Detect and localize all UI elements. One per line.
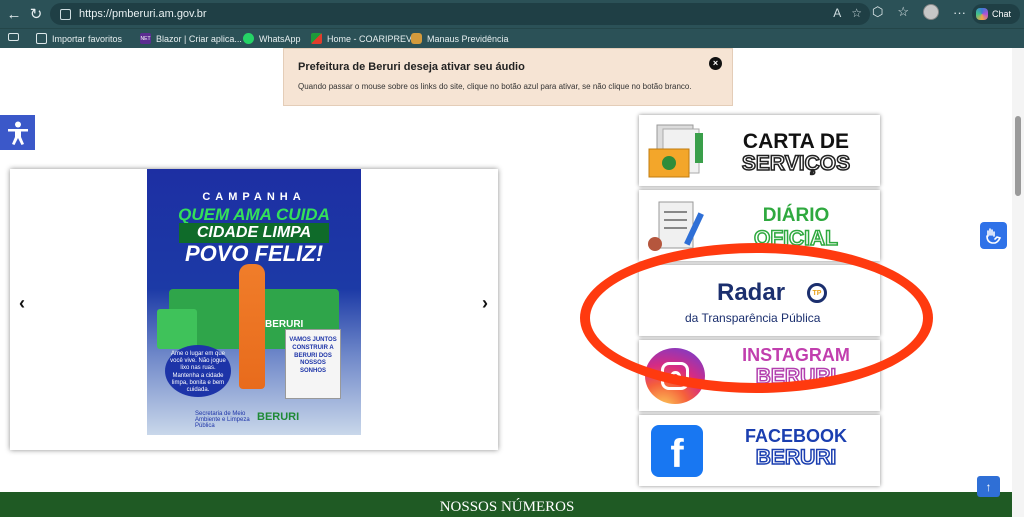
news-carousel: ‹ › CAMPANHA QUEM AMA CUIDA CIDADE LIMPA… bbox=[10, 169, 498, 450]
copilot-chat-button[interactable]: Chat bbox=[972, 4, 1020, 24]
carousel-next-button[interactable]: › bbox=[482, 293, 488, 314]
notice-text: Quando passar o mouse sobre os links do … bbox=[298, 82, 692, 91]
back-to-top-button[interactable]: ↑ bbox=[977, 476, 1000, 497]
reload-icon[interactable]: ↻ bbox=[26, 4, 46, 24]
page-content: Prefeitura de Beruri deseja ativar seu á… bbox=[0, 48, 1024, 517]
nossos-numeros-heading: NOSSOS NÚMEROS bbox=[0, 492, 1014, 517]
tile-title-2: BERURI bbox=[755, 446, 837, 469]
accessibility-button[interactable] bbox=[0, 115, 35, 150]
scrollbar-thumb[interactable] bbox=[1015, 116, 1021, 196]
banner-campanha: CAMPANHA bbox=[202, 191, 306, 203]
tile-carta-de-servicos[interactable]: CARTA DE SERVIÇOS bbox=[639, 115, 880, 186]
banner-line-1: QUEM AMA CUIDA bbox=[178, 205, 330, 224]
banner-message-left: Ame o lugar em que você vive. Não jogue … bbox=[165, 345, 231, 397]
close-icon[interactable]: × bbox=[709, 57, 722, 70]
tile-title-2: SERVIÇOS bbox=[741, 152, 851, 175]
favorite-star-icon[interactable]: ☆ bbox=[851, 6, 862, 20]
extensions-icon[interactable]: ⬡ bbox=[872, 4, 883, 20]
banner-line-2: CIDADE LIMPA bbox=[179, 223, 329, 243]
address-bar[interactable]: https://pmberuri.am.gov.br A ☆ bbox=[50, 3, 870, 25]
site-info-icon[interactable] bbox=[60, 8, 71, 20]
bookmark-coariprev[interactable]: Home - COARIPREV bbox=[311, 33, 412, 44]
documents-folder-icon bbox=[648, 124, 703, 178]
bookmarks-bar: Importar favoritos NET Blazor | Criar ap… bbox=[0, 28, 1024, 48]
profile-avatar[interactable] bbox=[923, 4, 940, 20]
facebook-icon: f bbox=[651, 425, 703, 477]
carousel-prev-button[interactable]: ‹ bbox=[19, 293, 25, 314]
bookmark-whatsapp[interactable]: WhatsApp bbox=[243, 33, 301, 44]
accessibility-person-icon bbox=[7, 121, 28, 145]
tile-facebook[interactable]: f FACEBOOK BERURI bbox=[639, 415, 880, 486]
more-menu-icon[interactable]: ··· bbox=[953, 5, 966, 20]
manaus-icon bbox=[411, 33, 422, 44]
bookmark-blazor[interactable]: NET Blazor | Criar aplica... bbox=[140, 33, 242, 44]
chat-label: Chat bbox=[992, 9, 1012, 19]
back-arrow-icon[interactable]: ← bbox=[4, 4, 24, 24]
net-icon: NET bbox=[140, 33, 151, 44]
tile-title-1: FACEBOOK bbox=[744, 426, 847, 446]
read-aloud-icon[interactable]: A bbox=[833, 6, 841, 20]
url-text: https://pmberuri.am.gov.br bbox=[79, 8, 207, 20]
campaign-banner[interactable]: CAMPANHA QUEM AMA CUIDA CIDADE LIMPA POV… bbox=[147, 169, 361, 435]
audio-notice: Prefeitura de Beruri deseja ativar seu á… bbox=[283, 48, 733, 106]
folder-icon bbox=[36, 33, 47, 44]
banner-message-right: VAMOS JUNTOS CONSTRUIR A BERURI DOS NOSS… bbox=[285, 329, 341, 399]
banner-secretaria: Secretaria de Meio Ambiente e Limpeza Pú… bbox=[195, 411, 250, 429]
arrow-up-icon: ↑ bbox=[985, 479, 992, 494]
favorites-icon[interactable]: ☆ bbox=[897, 4, 909, 20]
bookmark-importar-favoritos[interactable]: Importar favoritos bbox=[36, 33, 122, 44]
copilot-icon bbox=[976, 8, 988, 20]
truck-cab-image bbox=[157, 309, 197, 349]
tile-title-1: DIÁRIO bbox=[762, 205, 830, 226]
banner-brand: BERURI bbox=[257, 411, 300, 423]
notice-title: Prefeitura de Beruri deseja ativar seu á… bbox=[298, 61, 525, 73]
whatsapp-icon bbox=[243, 33, 254, 44]
tile-title-1: CARTA DE bbox=[742, 130, 850, 153]
page-scrollbar[interactable] bbox=[1012, 48, 1024, 517]
street-sweeper-image bbox=[239, 264, 265, 389]
hands-icon bbox=[985, 227, 1001, 244]
sign-language-button[interactable] bbox=[980, 222, 1007, 249]
bookmark-manaus-previdencia[interactable]: Manaus Previdência bbox=[411, 33, 509, 44]
coariprev-icon bbox=[311, 33, 322, 44]
browser-toolbar: ← ↻ https://pmberuri.am.gov.br A ☆ ⬡ ☆ ·… bbox=[0, 0, 1024, 28]
tab-actions-icon[interactable] bbox=[8, 33, 19, 41]
diary-document-icon bbox=[648, 201, 704, 251]
highlight-oval-annotation bbox=[580, 243, 933, 393]
